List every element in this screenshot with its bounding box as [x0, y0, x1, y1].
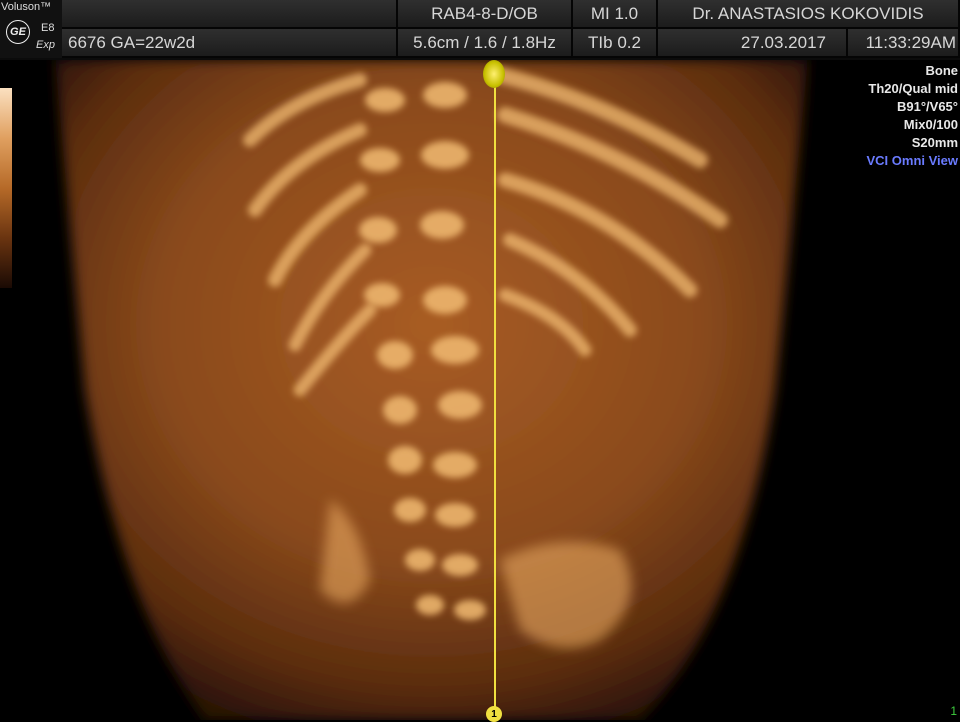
header-bar: Voluson™ GE E8 Exp RAB4-8-D/OB MI 1.0 Dr…	[0, 0, 960, 60]
frame-number: 1	[950, 704, 957, 718]
header-blank-cell	[62, 0, 398, 29]
angles-label: B91°/V65°	[897, 99, 958, 114]
ultrasound-viewport[interactable]	[0, 60, 960, 720]
omni-view-cursor-line[interactable]	[494, 70, 496, 712]
exam-time: 11:33:29AM	[848, 29, 960, 58]
color-scale-bar	[0, 88, 12, 288]
patient-info: 6676 GA=22w2d	[62, 29, 398, 58]
model-label: E8	[41, 22, 55, 34]
threshold-quality-label: Th20/Qual mid	[868, 81, 958, 96]
operator-name: Dr. ANASTASIOS KOKOVIDIS	[658, 0, 960, 29]
probe-label: RAB4-8-D/OB	[398, 0, 573, 29]
mi-label: MI 1.0	[573, 0, 658, 29]
exam-date: 27.03.2017	[658, 29, 848, 58]
render-settings-panel: Bone Th20/Qual mid B91°/V65° Mix0/100 S2…	[866, 62, 958, 170]
volume-render	[55, 60, 808, 720]
tib-label: TIb 0.2	[573, 29, 658, 58]
ge-logo-icon: GE	[6, 20, 30, 44]
mode-label: Bone	[925, 63, 959, 78]
slice-label: S20mm	[911, 135, 958, 150]
depth-frequency: 5.6cm / 1.6 / 1.8Hz	[398, 29, 573, 58]
cursor-top-handle[interactable]	[483, 60, 505, 88]
voluson-logo: Voluson™ GE E8 Exp	[0, 0, 62, 58]
mix-label: Mix0/100	[903, 117, 958, 132]
vci-omni-view-label[interactable]: VCI Omni View	[866, 152, 958, 170]
edition-label: Exp	[36, 39, 55, 51]
brand-label: Voluson™	[1, 1, 52, 13]
